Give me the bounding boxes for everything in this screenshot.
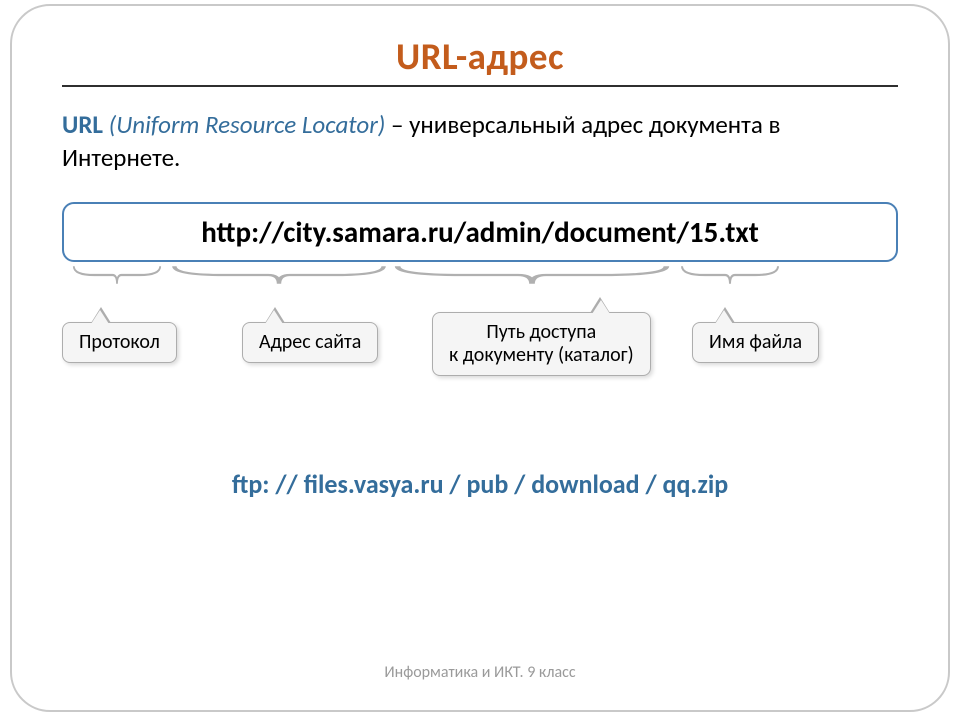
- url-definition: URL (Uniform Resource Locator) – универс…: [62, 109, 898, 174]
- callout-site-label: Адрес сайта: [259, 330, 361, 354]
- title-underline: [62, 85, 898, 87]
- slide-frame: URL-адрес URL (Uniform Resource Locator)…: [10, 4, 950, 712]
- callouts-row: Протокол Адрес сайта Путь доступа к доку…: [62, 288, 898, 398]
- brace-path: [392, 264, 672, 284]
- brace-site: [170, 264, 388, 284]
- brace-protocol: [72, 264, 162, 284]
- callout-site: Адрес сайта: [242, 322, 378, 363]
- url-example-box: http://city.samara.ru/admin/document/15.…: [62, 202, 898, 262]
- footer-text: Информатика и ИКТ. 9 класс: [12, 663, 948, 682]
- page-title: URL-адрес: [62, 34, 898, 79]
- callout-protocol-label: Протокол: [79, 330, 160, 354]
- ftp-example: ftp: // files.vasya.ru / pub / download …: [62, 468, 898, 500]
- callout-path-line1: Путь доступа: [486, 320, 596, 344]
- callout-protocol: Протокол: [62, 322, 177, 363]
- callout-path: Путь доступа к документу (каталог): [432, 312, 651, 376]
- definition-term: URL: [62, 109, 103, 140]
- callout-filename-label: Имя файла: [709, 330, 802, 354]
- definition-paren: (Uniform Resource Locator): [109, 109, 386, 140]
- callout-path-line2: к документу (каталог): [449, 343, 634, 367]
- brace-filename: [680, 264, 780, 284]
- brace-row: [62, 264, 898, 288]
- callout-filename: Имя файла: [692, 322, 819, 363]
